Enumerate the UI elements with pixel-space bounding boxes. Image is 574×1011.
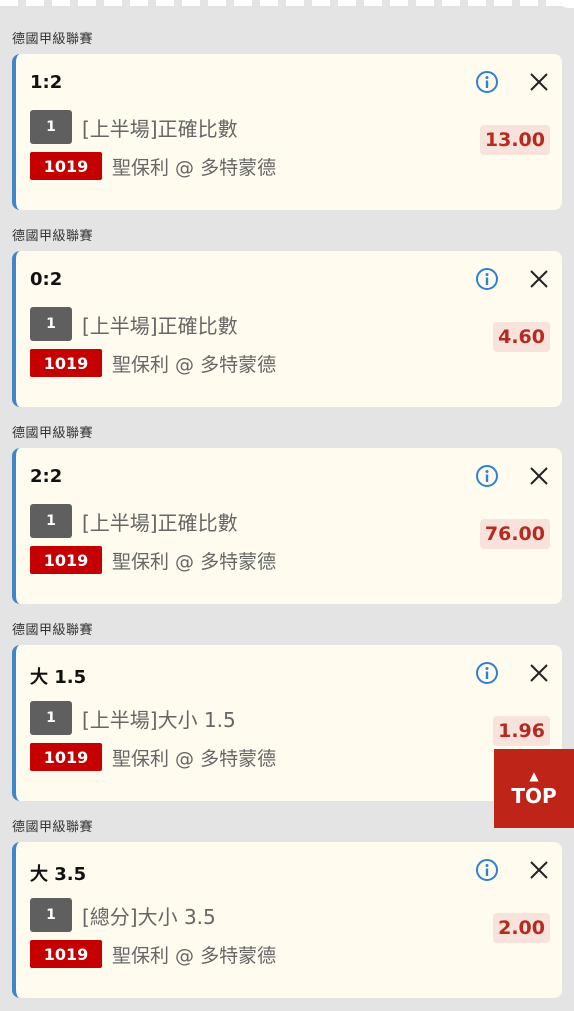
match-row: 1019 聖保利 @ 多特蒙德	[30, 743, 276, 771]
bet-selection: 大 3.5	[30, 864, 87, 885]
match-row: 1019 聖保利 @ 多特蒙德	[30, 546, 276, 574]
leg-badge: 1	[30, 701, 72, 735]
match-row: 1019 聖保利 @ 多特蒙德	[30, 940, 276, 968]
close-icon[interactable]	[526, 266, 552, 292]
league-name: 德國甲級聯賽	[12, 32, 94, 47]
league-name: 德國甲級聯賽	[12, 623, 94, 638]
market-row: 1 [總分]大小 3.5	[30, 898, 216, 932]
bet-selection: 0:2	[30, 269, 63, 290]
bet-group: 德國甲級聯賽 大 1.5 1 [上半場]大小 1.5 1019 聖保利 @ 多特…	[0, 617, 574, 814]
odds-value: 2.00	[493, 913, 550, 943]
market-name: [上半場]正確比數	[82, 510, 238, 535]
leg-badge: 1	[30, 898, 72, 932]
market-row: 1 [上半場]大小 1.5	[30, 701, 236, 735]
market-row: 1 [上半場]正確比數	[30, 110, 238, 144]
match-row: 1019 聖保利 @ 多特蒙德	[30, 349, 276, 377]
match-teams: 聖保利 @ 多特蒙德	[112, 353, 277, 376]
top-edge-decoration	[0, 0, 574, 6]
arrow-up-icon: ▲	[529, 768, 539, 783]
leg-badge: 1	[30, 504, 72, 538]
match-number-badge: 1019	[30, 152, 102, 180]
info-icon[interactable]	[474, 857, 500, 883]
bet-card: 1:2 1 [上半場]正確比數 1019 聖保利 @ 多特蒙德 13.00	[12, 54, 562, 210]
match-teams: 聖保利 @ 多特蒙德	[112, 550, 277, 573]
market-row: 1 [上半場]正確比數	[30, 504, 238, 538]
league-name: 德國甲級聯賽	[12, 426, 94, 441]
bet-slip-list: 德國甲級聯賽 1:2 1 [上半場]正確比數 1019 聖保利 @ 多特蒙德 1…	[0, 26, 574, 1011]
info-icon[interactable]	[474, 266, 500, 292]
bet-card: 大 1.5 1 [上半場]大小 1.5 1019 聖保利 @ 多特蒙德 1.96	[12, 645, 562, 801]
close-icon[interactable]	[526, 463, 552, 489]
info-icon[interactable]	[474, 660, 500, 686]
back-to-top-label: TOP	[511, 783, 557, 808]
match-teams: 聖保利 @ 多特蒙德	[112, 156, 277, 179]
info-icon[interactable]	[474, 463, 500, 489]
league-name: 德國甲級聯賽	[12, 820, 94, 835]
bet-group: 德國甲級聯賽 大 3.5 1 [總分]大小 3.5 1019 聖保利 @ 多特蒙…	[0, 814, 574, 1011]
league-name: 德國甲級聯賽	[12, 229, 94, 244]
bet-selection: 大 1.5	[30, 667, 87, 688]
match-number-badge: 1019	[30, 940, 102, 968]
close-icon[interactable]	[526, 69, 552, 95]
match-row: 1019 聖保利 @ 多特蒙德	[30, 152, 276, 180]
info-icon[interactable]	[474, 69, 500, 95]
top-edge-corner	[560, 0, 574, 8]
market-name: [上半場]正確比數	[82, 116, 238, 141]
bet-selection: 2:2	[30, 466, 63, 487]
bet-group: 德國甲級聯賽 1:2 1 [上半場]正確比數 1019 聖保利 @ 多特蒙德 1…	[0, 26, 574, 223]
bet-selection: 1:2	[30, 72, 63, 93]
bet-card: 大 3.5 1 [總分]大小 3.5 1019 聖保利 @ 多特蒙德 2.00	[12, 842, 562, 998]
market-name: [上半場]正確比數	[82, 313, 238, 338]
bet-group: 德國甲級聯賽 0:2 1 [上半場]正確比數 1019 聖保利 @ 多特蒙德 4…	[0, 223, 574, 420]
bet-card: 2:2 1 [上半場]正確比數 1019 聖保利 @ 多特蒙德 76.00	[12, 448, 562, 604]
bet-group: 德國甲級聯賽 2:2 1 [上半場]正確比數 1019 聖保利 @ 多特蒙德 7…	[0, 420, 574, 617]
match-number-badge: 1019	[30, 546, 102, 574]
leg-badge: 1	[30, 110, 72, 144]
close-icon[interactable]	[526, 857, 552, 883]
market-name: [總分]大小 3.5	[82, 904, 216, 929]
match-number-badge: 1019	[30, 349, 102, 377]
close-icon[interactable]	[526, 660, 552, 686]
match-number-badge: 1019	[30, 743, 102, 771]
match-teams: 聖保利 @ 多特蒙德	[112, 944, 277, 967]
market-name: [上半場]大小 1.5	[82, 707, 236, 732]
leg-badge: 1	[30, 307, 72, 341]
match-teams: 聖保利 @ 多特蒙德	[112, 747, 277, 770]
bet-card: 0:2 1 [上半場]正確比數 1019 聖保利 @ 多特蒙德 4.60	[12, 251, 562, 407]
market-row: 1 [上半場]正確比數	[30, 307, 238, 341]
odds-value: 4.60	[493, 322, 550, 352]
odds-value: 76.00	[479, 519, 550, 549]
back-to-top-button[interactable]: ▲ TOP	[494, 749, 574, 828]
odds-value: 13.00	[479, 125, 550, 155]
odds-value: 1.96	[493, 716, 550, 746]
